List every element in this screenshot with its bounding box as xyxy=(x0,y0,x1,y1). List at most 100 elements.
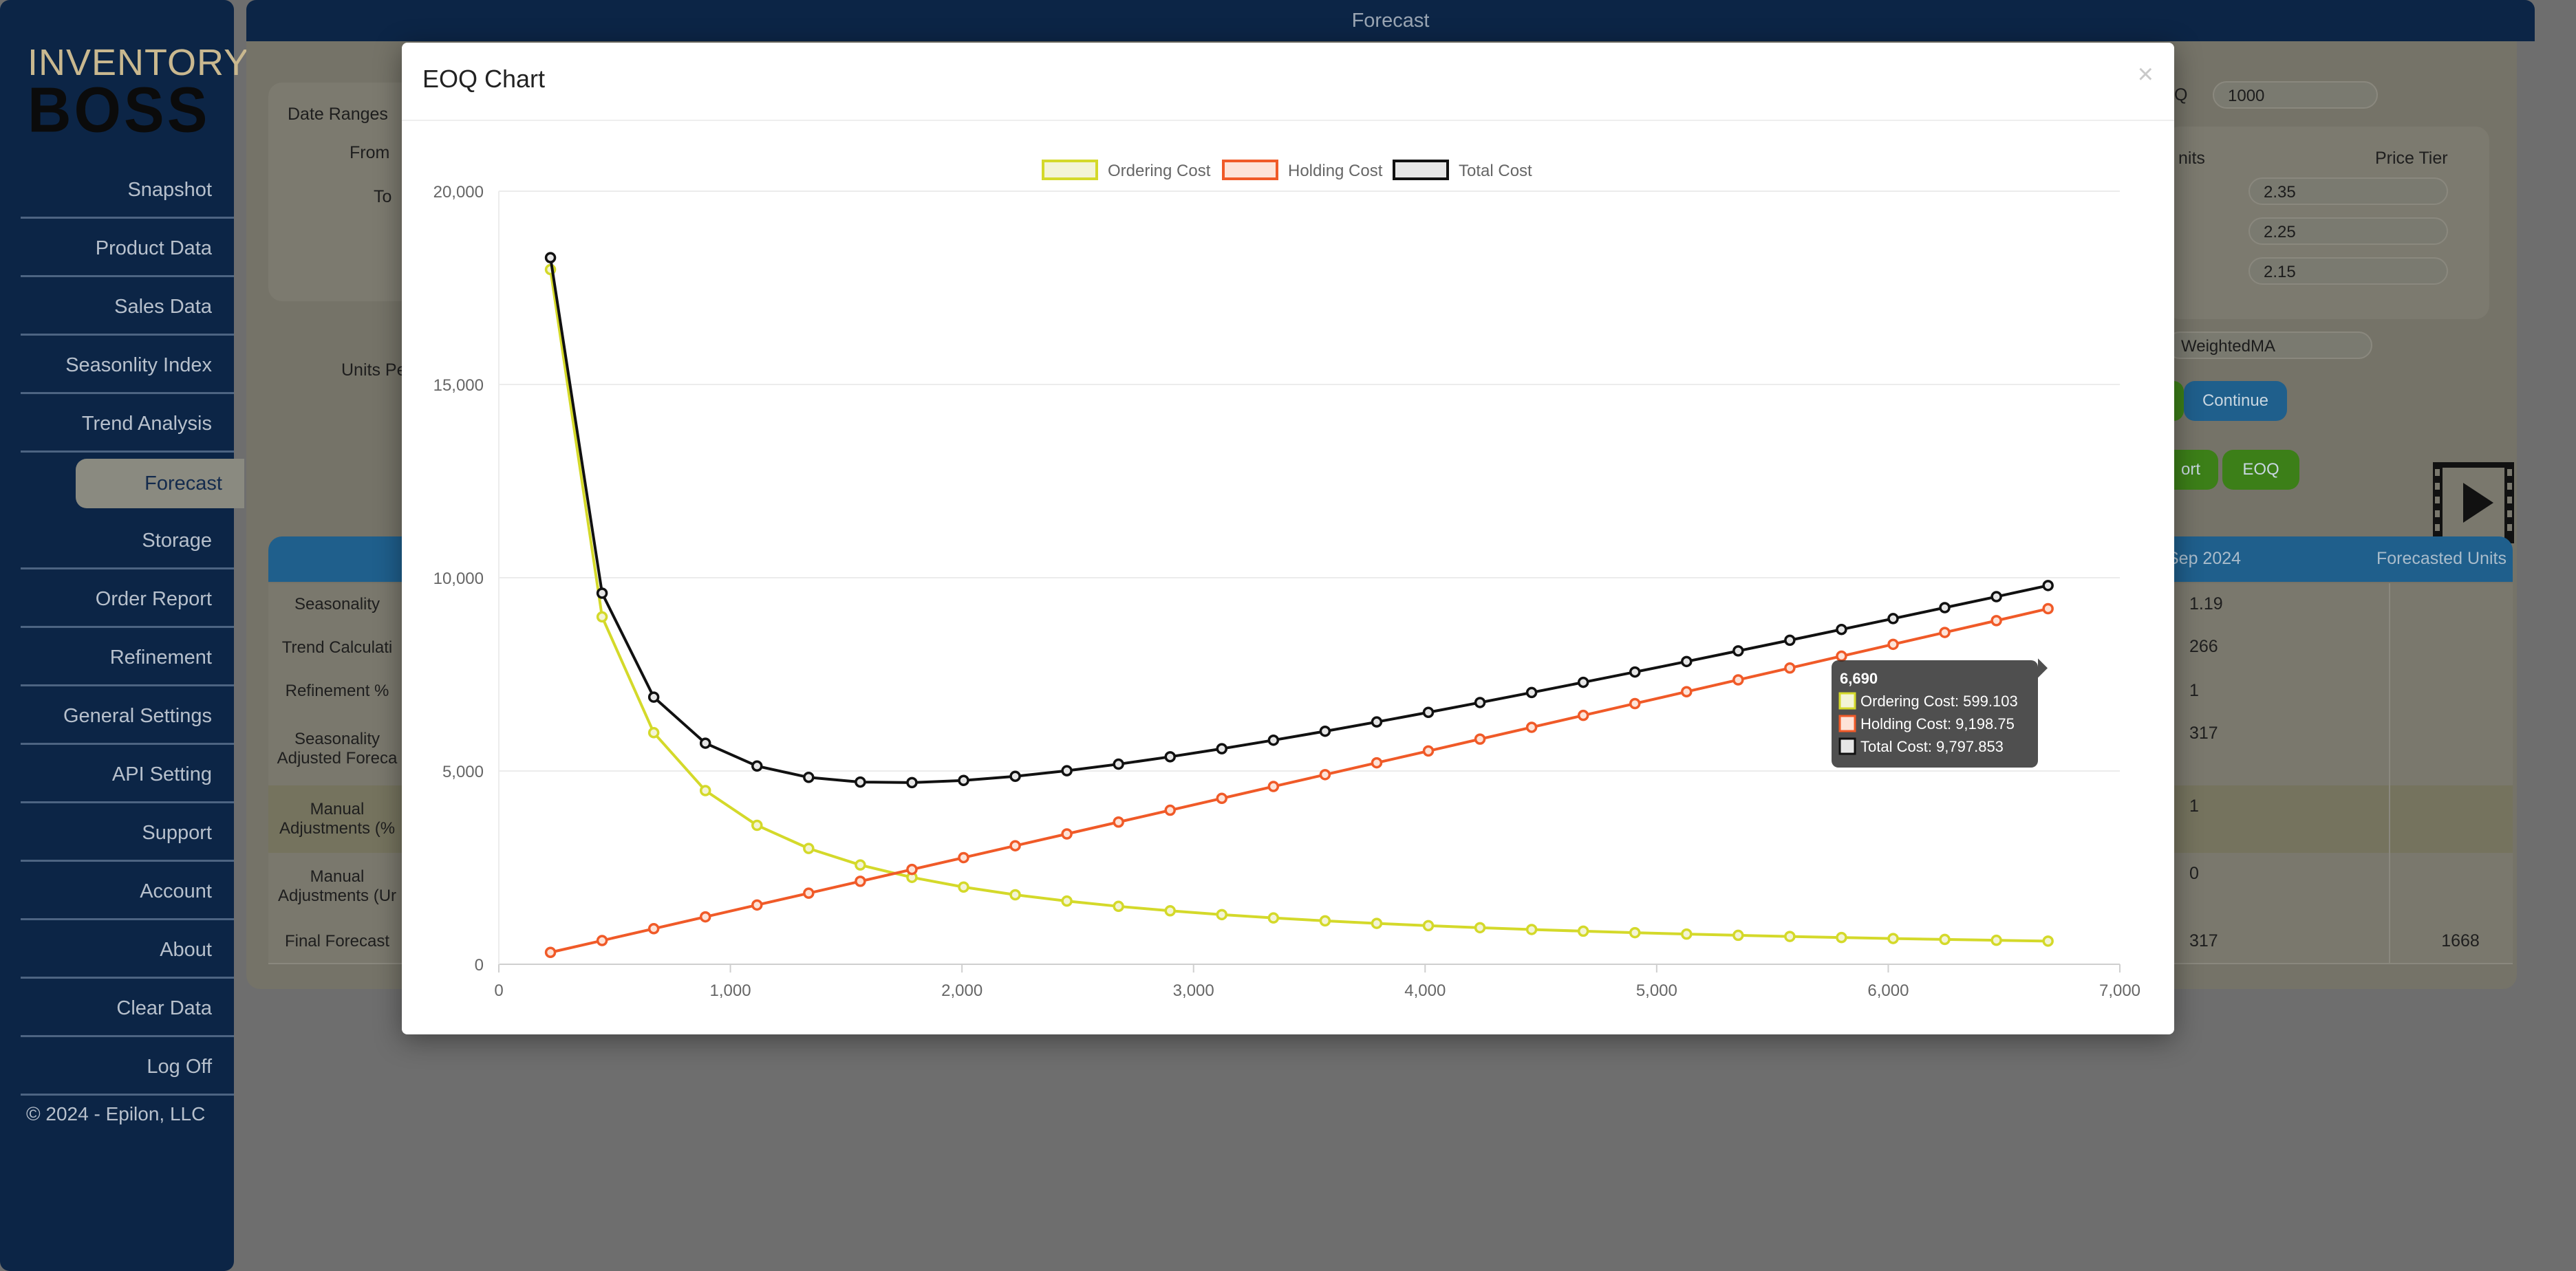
data-point xyxy=(1267,912,1280,924)
data-point xyxy=(1577,709,1589,721)
data-point xyxy=(1939,627,1951,638)
data-point xyxy=(1009,840,1021,851)
x-tick-label: 2,000 xyxy=(941,981,983,1000)
data-point xyxy=(2042,602,2054,615)
x-tick-label: 5,000 xyxy=(1636,981,1677,1000)
data-point xyxy=(958,881,969,893)
data-point xyxy=(1371,757,1383,769)
data-point xyxy=(1887,638,1899,651)
legend-label: Ordering Cost xyxy=(1108,162,1211,180)
data-point xyxy=(699,785,711,796)
tooltip-swatch xyxy=(1838,737,1856,755)
data-point xyxy=(1939,602,1951,613)
data-point xyxy=(1061,828,1073,840)
data-point xyxy=(699,737,711,749)
data-point xyxy=(1319,915,1331,927)
data-point xyxy=(803,772,815,783)
legend-label: Holding Cost xyxy=(1288,162,1383,180)
data-point xyxy=(1784,662,1796,674)
data-point xyxy=(1990,615,2002,627)
tooltip-line: Total Cost: 9,797.853 xyxy=(1860,738,2004,755)
data-point xyxy=(596,587,608,599)
data-point xyxy=(1836,623,1847,636)
tooltip-swatch xyxy=(1838,715,1856,732)
data-point xyxy=(1629,666,1641,678)
data-point xyxy=(1113,816,1124,828)
data-point xyxy=(958,774,969,786)
data-point xyxy=(647,923,660,935)
legend-swatch xyxy=(1222,160,1278,180)
data-point xyxy=(1990,591,2002,602)
data-point xyxy=(1009,770,1021,782)
data-point xyxy=(596,935,608,946)
data-point xyxy=(544,252,557,263)
data-point xyxy=(1525,686,1538,699)
data-point xyxy=(1732,929,1744,942)
data-point xyxy=(1577,925,1589,937)
data-point xyxy=(1113,900,1124,913)
x-tick-label: 1,000 xyxy=(710,981,751,1000)
data-point xyxy=(1422,706,1435,718)
data-point xyxy=(1939,933,1951,946)
x-tick-label: 4,000 xyxy=(1404,981,1446,1000)
y-tick-label: 15,000 xyxy=(433,376,484,395)
data-point xyxy=(1732,645,1744,657)
data-point xyxy=(855,776,866,788)
x-tick-label: 7,000 xyxy=(2099,981,2140,1000)
data-point xyxy=(1836,650,1847,662)
x-tick-label: 0 xyxy=(494,981,503,1000)
tooltip-title: 6,690 xyxy=(1840,670,1878,687)
data-point xyxy=(1474,733,1486,745)
tooltip-swatch xyxy=(1838,692,1856,710)
x-tick-label: 3,000 xyxy=(1173,981,1214,1000)
data-point xyxy=(2042,935,2054,947)
data-point xyxy=(1422,920,1435,932)
data-point xyxy=(1422,745,1435,757)
y-tick-label: 0 xyxy=(475,956,484,975)
data-point xyxy=(1319,769,1331,781)
data-point xyxy=(1474,922,1486,934)
eoq-modal: EOQ Chart × 0 5,000 10,000 15,000 20,000 0 1,0… xyxy=(402,43,2174,1034)
data-point xyxy=(906,863,918,876)
legend-swatch xyxy=(1393,160,1449,180)
data-point xyxy=(1216,743,1228,754)
data-point xyxy=(751,760,763,772)
data-point xyxy=(803,843,815,854)
data-point xyxy=(803,887,815,899)
data-point xyxy=(1732,674,1744,686)
data-point xyxy=(1474,697,1486,708)
data-point xyxy=(596,611,608,623)
data-point xyxy=(1681,928,1693,940)
data-point xyxy=(1009,889,1021,901)
data-point xyxy=(1371,716,1383,728)
data-point xyxy=(1784,634,1796,647)
data-point xyxy=(1629,697,1641,710)
y-tick-label: 5,000 xyxy=(442,763,484,781)
data-point xyxy=(751,819,763,832)
data-point xyxy=(1164,905,1176,917)
series-line xyxy=(550,607,2049,954)
data-point xyxy=(1836,931,1847,944)
tooltip-line: Ordering Cost: 599.103 xyxy=(1860,693,2018,710)
data-point xyxy=(1681,655,1693,668)
data-point xyxy=(1061,895,1073,907)
data-point xyxy=(1216,909,1228,921)
data-point xyxy=(1525,924,1538,935)
y-tick-label: 10,000 xyxy=(433,569,484,588)
data-point xyxy=(699,911,711,923)
data-point xyxy=(1784,931,1796,942)
data-point xyxy=(1990,934,2002,946)
data-point xyxy=(1525,721,1538,733)
legend-label: Total Cost xyxy=(1459,162,1532,180)
data-point xyxy=(1887,933,1899,944)
legend-swatch xyxy=(1042,160,1098,180)
data-point xyxy=(1887,613,1899,624)
data-point xyxy=(647,727,660,739)
data-point xyxy=(855,859,866,871)
data-point xyxy=(1681,686,1693,697)
data-point xyxy=(1164,804,1176,816)
data-point xyxy=(1061,765,1073,776)
series-line xyxy=(549,269,2048,943)
tooltip-caret xyxy=(2038,658,2048,678)
data-point xyxy=(544,946,557,958)
